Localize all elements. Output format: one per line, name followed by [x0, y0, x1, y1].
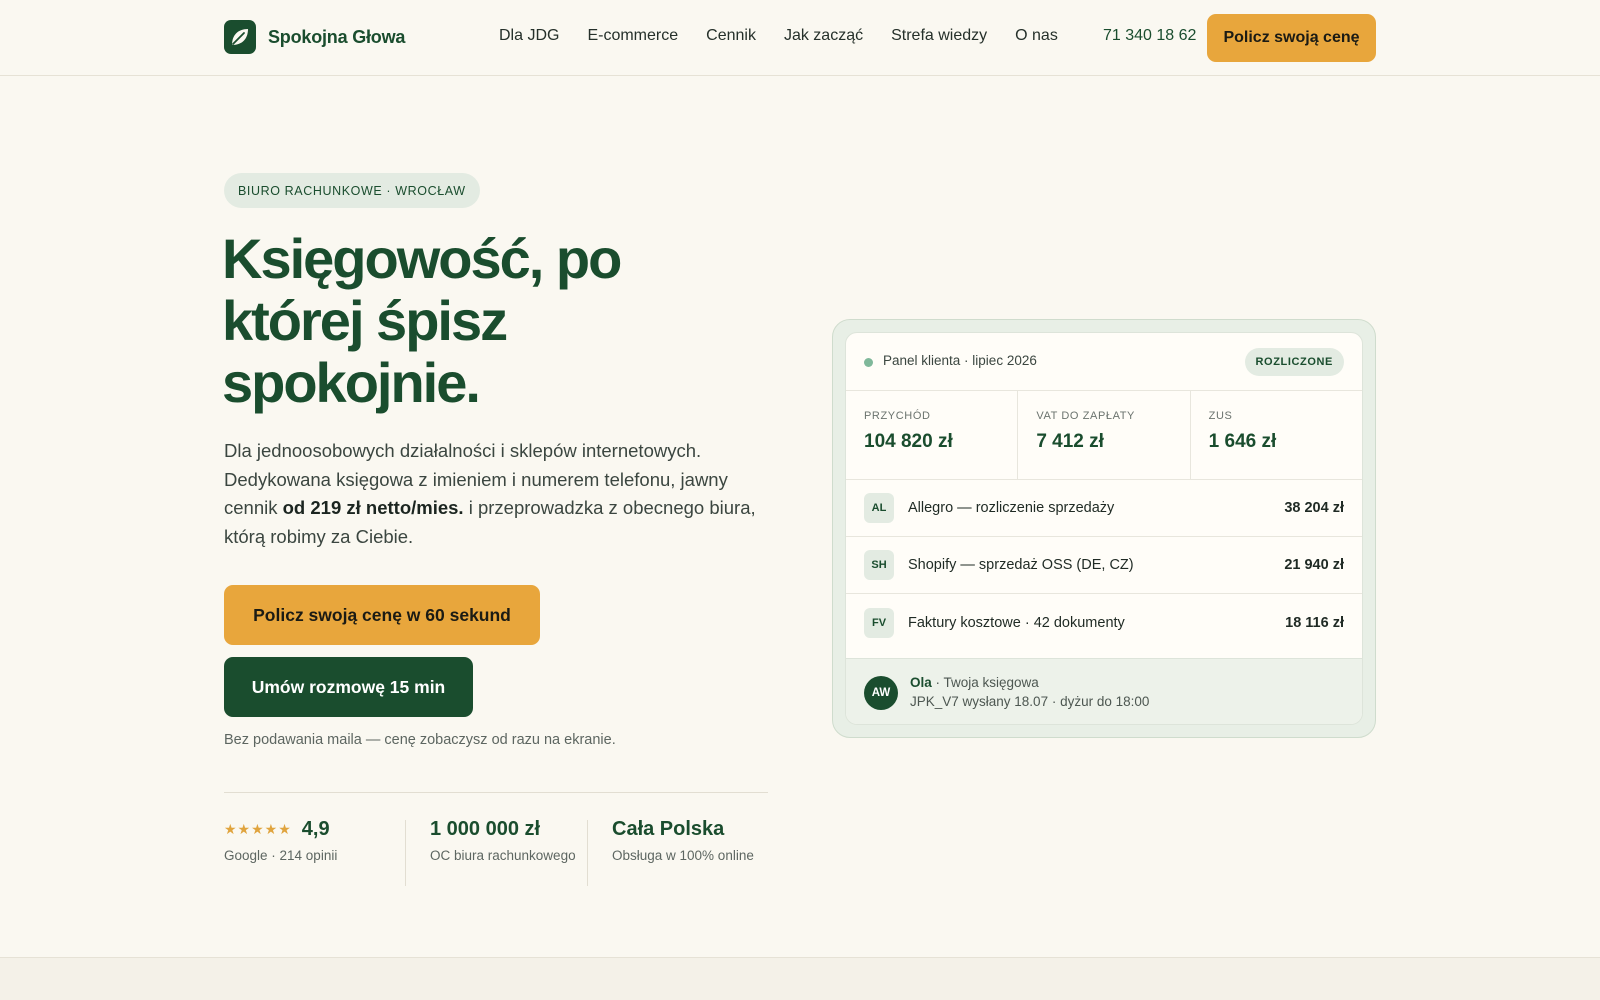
accountant-role: · Twoja księgowa [931, 675, 1039, 690]
list-item-text: Shopify — sprzedaż OSS (DE, CZ) [908, 557, 1134, 573]
metric-revenue: PRZYCHÓD 104 820 zł [846, 391, 1019, 479]
status-dot-icon [864, 358, 873, 367]
nav-link-jak-zaczac[interactable]: Jak zacząć [784, 27, 863, 45]
hero-lead: Dla jednoosobowych działalności i sklepó… [224, 437, 764, 551]
accountant-name: Ola [910, 675, 932, 690]
transaction-list: AL Allegro — rozliczenie sprzedaży 38 20… [846, 480, 1362, 651]
stat-rating: ★★★★★ 4,9 Google · 214 opinii [224, 818, 337, 865]
insurance-label: OC biura rachunkowego [430, 848, 576, 863]
list-item-amount: 18 116 zł [1285, 614, 1344, 631]
phone-link[interactable]: 71 340 18 62 [1103, 27, 1196, 45]
hero-note: Bez podawania maila — cenę zobaczysz od … [224, 732, 616, 748]
nav-link-o-nas[interactable]: O nas [1015, 27, 1058, 45]
accountant-footer: AW Ola · Twoja księgowa JPK_V7 wysłany 1… [846, 658, 1362, 724]
book-call-button[interactable]: Umów rozmowę 15 min [224, 657, 473, 717]
list-item: AL Allegro — rozliczenie sprzedaży 38 20… [846, 480, 1362, 537]
status-badge: ROZLICZONE [1244, 348, 1344, 376]
next-section-band [0, 957, 1600, 1000]
star-rating-icon: ★★★★★ [224, 821, 292, 837]
metric-value: 1 646 zł [1208, 431, 1277, 452]
nav-link-strefa-wiedzy[interactable]: Strefa wiedzy [891, 27, 987, 45]
leaf-icon [224, 20, 256, 54]
insurance-value: 1 000 000 zł [430, 818, 541, 840]
panel-header: Panel klienta · lipiec 2026 ROZLICZONE [846, 333, 1362, 391]
stat-insurance: 1 000 000 zł OC biura rachunkowego [430, 818, 580, 865]
metric-zus: ZUS 1 646 zł [1191, 391, 1362, 479]
metric-value: 7 412 zł [1036, 431, 1104, 452]
nav-link-dla-jdg[interactable]: Dla JDG [499, 27, 559, 45]
calculate-price-button[interactable]: Policz swoją cenę w 60 sekund [224, 585, 540, 645]
nav-link-cennik[interactable]: Cennik [706, 27, 756, 45]
invoice-source-icon: FV [864, 607, 894, 638]
nav-price-cta-button[interactable]: Policz swoją cenę [1207, 14, 1376, 62]
coverage-value: Cała Polska [612, 818, 725, 840]
metric-label: ZUS [1208, 410, 1233, 422]
stats-divider [224, 792, 768, 793]
hero-headline: Księgowość, po której śpisz spokojnie. [222, 227, 622, 414]
list-item-text: Allegro — rozliczenie sprzedaży [908, 500, 1115, 516]
client-panel-card: Panel klienta · lipiec 2026 ROZLICZONE P… [845, 332, 1363, 725]
list-item-amount: 38 204 zł [1284, 500, 1344, 516]
top-navbar: Spokojna Głowa Dla JDG E-commerce Cennik… [0, 0, 1600, 76]
metric-label: PRZYCHÓD [864, 410, 931, 422]
nav-link-e-commerce[interactable]: E-commerce [587, 27, 678, 45]
stat-coverage: Cała Polska Obsługa w 100% online [612, 818, 754, 865]
stat-separator [405, 820, 406, 886]
panel-metrics: PRZYCHÓD 104 820 zł VAT DO ZAPŁATY 7 412… [846, 391, 1362, 480]
metric-vat: VAT DO ZAPŁATY 7 412 zł [1018, 391, 1191, 479]
panel-title: Panel klienta · lipiec 2026 [883, 353, 1037, 368]
list-item-text: Faktury kosztowe · 42 dokumenty [908, 614, 1125, 631]
hero-eyebrow-badge: BIURO RACHUNKOWE · WROCŁAW [224, 173, 480, 208]
brand-logo-link[interactable]: Spokojna Głowa [224, 20, 405, 54]
accountant-name-line: Ola · Twoja księgowa [910, 675, 1039, 690]
rating-label: Google · 214 opinii [224, 848, 338, 863]
coverage-label: Obsługa w 100% online [612, 848, 754, 863]
rating-value: 4,9 [301, 818, 330, 840]
main-nav: Dla JDG E-commerce Cennik Jak zacząć Str… [499, 27, 1058, 45]
allegro-source-icon: AL [864, 493, 894, 523]
metric-value: 104 820 zł [864, 431, 953, 452]
list-item-amount: 21 940 zł [1284, 557, 1344, 573]
brand-name: Spokojna Głowa [268, 26, 406, 47]
stat-separator [587, 820, 588, 886]
list-item: FV Faktury kosztowe · 42 dokumenty 18 11… [846, 594, 1362, 651]
list-item: SH Shopify — sprzedaż OSS (DE, CZ) 21 94… [846, 537, 1362, 594]
avatar: AW [864, 676, 898, 710]
shopify-source-icon: SH [864, 550, 894, 580]
lead-price-highlight: od 219 zł netto/mies. [282, 497, 464, 518]
accountant-status: JPK_V7 wysłany 18.07 · dyżur do 18:00 [910, 694, 1150, 709]
metric-label: VAT DO ZAPŁATY [1036, 410, 1135, 422]
